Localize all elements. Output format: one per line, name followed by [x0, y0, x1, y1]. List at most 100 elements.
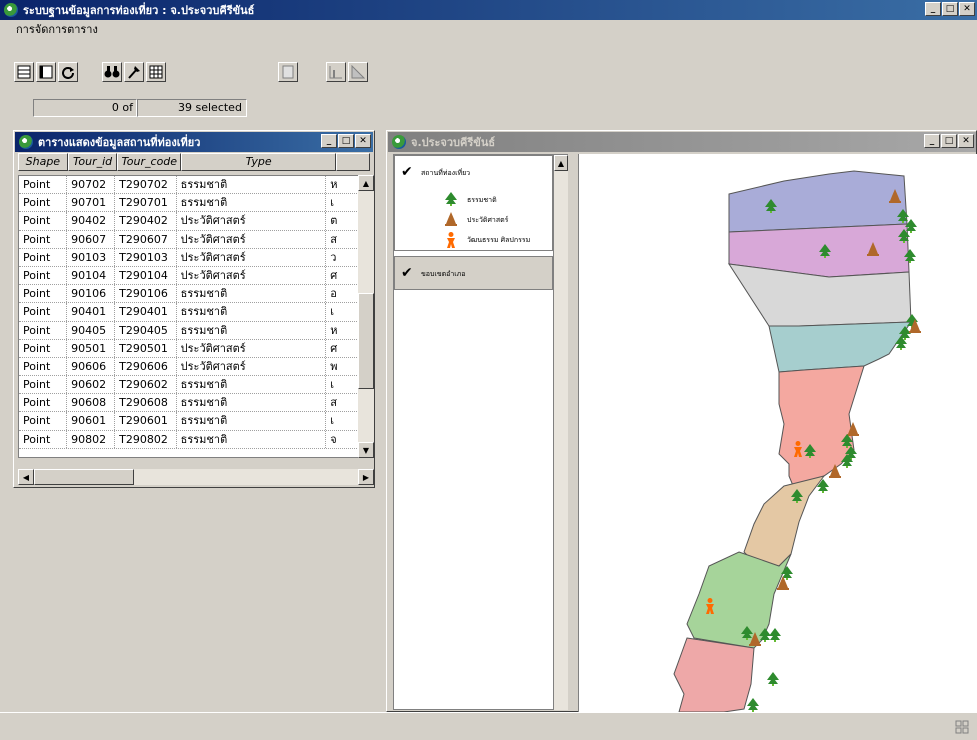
statistics-button[interactable] — [146, 62, 166, 82]
table-cell: T290401 — [115, 303, 177, 321]
table-close-button[interactable]: ✕ — [355, 134, 371, 148]
find-button[interactable] — [102, 62, 122, 82]
table-row[interactable]: Point 90701 T290701 ธรรมชาติเ — [19, 194, 359, 213]
table-cell: ห — [326, 321, 359, 339]
table-row[interactable]: Point 90608 T290608 ธรรมชาติส — [19, 394, 359, 413]
chart-button[interactable] — [326, 62, 346, 82]
table-cell: ส — [326, 230, 359, 248]
table-cell: Point — [19, 412, 68, 430]
legend-layer-tourist[interactable]: ✔ สถานที่ท่องเที่ยว ธรรมชาติ ประวัติศาสต… — [394, 155, 553, 251]
table-cell: T290402 — [115, 212, 177, 230]
district-visible-checkmark[interactable]: ✔ — [401, 265, 413, 281]
table-cell: ศ — [326, 339, 359, 357]
nature-site-marker[interactable] — [895, 336, 907, 353]
table-row[interactable]: Point 90702 T290702 ธรรมชาติห — [19, 176, 359, 195]
maximize-button[interactable]: □ — [942, 2, 958, 16]
map-maximize-button[interactable]: □ — [941, 134, 957, 148]
nature-site-marker[interactable] — [819, 244, 831, 261]
map-minimize-button[interactable]: _ — [924, 134, 940, 148]
table-vertical-scrollbar[interactable]: ▲ ▼ — [358, 175, 374, 458]
refresh-button[interactable] — [58, 62, 78, 82]
table-row[interactable]: Point 90103 T290103 ประวัติศาสตร์ว — [19, 248, 359, 267]
nature-site-marker[interactable] — [904, 249, 916, 266]
map-canvas[interactable] — [578, 154, 977, 713]
table-row[interactable]: Point 90802 T290802 ธรรมชาติจ — [19, 430, 359, 449]
table-row[interactable]: Point 90601 T290601 ธรรมชาติเ — [19, 412, 359, 431]
table-row[interactable]: Point 90405 T290405 ธรรมชาติห — [19, 321, 359, 340]
culture-site-marker[interactable] — [704, 598, 716, 617]
table-row[interactable]: Point 90402 T290402 ประวัติศาสตร์ต — [19, 212, 359, 231]
chart-alt-button[interactable] — [348, 62, 368, 82]
history-site-marker[interactable] — [829, 464, 841, 481]
scroll-thumb[interactable] — [358, 293, 374, 389]
table-cell: 90106 — [67, 285, 116, 303]
table-maximize-button[interactable]: □ — [338, 134, 354, 148]
table-cell: T290702 — [115, 176, 177, 194]
table-minimize-button[interactable]: _ — [321, 134, 337, 148]
history-site-marker[interactable] — [749, 632, 761, 649]
table-cell: 90602 — [67, 376, 116, 394]
history-site-marker[interactable] — [889, 189, 901, 206]
nature-site-marker[interactable] — [898, 229, 910, 246]
table-titlebar[interactable]: ตารางแสดงข้อมูลสถานที่ท่องเที่ยว _ □ ✕ — [15, 132, 373, 152]
table-cell: 90405 — [67, 321, 116, 339]
map-titlebar[interactable]: จ.ประจวบคีรีขันธ์ _ □ ✕ — [388, 132, 976, 152]
legend-scroll-up[interactable]: ▲ — [554, 155, 568, 171]
nature-site-marker[interactable] — [769, 628, 781, 645]
hscroll-thumb[interactable] — [34, 469, 134, 485]
close-button[interactable]: ✕ — [959, 2, 975, 16]
table-row[interactable]: Point 90606 T290606 ประวัติศาสตร์พ — [19, 357, 359, 377]
table-row[interactable]: Point 90104 T290104 ประวัติศาสตร์ศ — [19, 266, 359, 286]
refresh-icon — [62, 67, 74, 79]
nature-site-marker[interactable] — [791, 489, 803, 506]
query-button[interactable] — [124, 62, 144, 82]
scroll-left-button[interactable]: ◀ — [18, 469, 34, 485]
clear-selection-button[interactable] — [36, 62, 56, 82]
culture-site-marker[interactable] — [792, 441, 804, 460]
legend-scrollbar[interactable]: ▲ — [553, 155, 568, 710]
map-legend: ✔ สถานที่ท่องเที่ยว ธรรมชาติ ประวัติศาสต… — [393, 154, 568, 710]
nature-site-marker[interactable] — [765, 199, 777, 216]
scroll-right-button[interactable]: ▶ — [358, 469, 374, 485]
nature-site-marker[interactable] — [767, 672, 779, 689]
scroll-down-button[interactable]: ▼ — [358, 442, 374, 458]
open-table-button[interactable] — [14, 62, 34, 82]
column-header-extra[interactable] — [336, 153, 370, 171]
column-header-tour-code[interactable]: Tour_code — [117, 153, 182, 171]
history-site-marker[interactable] — [909, 319, 921, 336]
map-close-button[interactable]: ✕ — [958, 134, 974, 148]
table-cell: ประวัติศาสตร์ — [177, 339, 327, 357]
nature-site-marker[interactable] — [804, 444, 816, 461]
table-icon — [17, 65, 31, 79]
table-row[interactable]: Point 90501 T290501 ประวัติศาสตร์ศ — [19, 339, 359, 358]
column-header-shape[interactable]: Shape — [18, 153, 68, 171]
scroll-up-button[interactable]: ▲ — [358, 175, 374, 191]
history-site-marker[interactable] — [777, 576, 789, 593]
history-site-marker[interactable] — [867, 242, 879, 259]
app-titlebar: ระบบฐานข้อมูลการท่องเที่ยว : จ.ประจวบคีร… — [0, 0, 977, 20]
grid-icon — [149, 65, 163, 79]
table-row[interactable]: Point 90106 T290106 ธรรมชาติอ — [19, 285, 359, 304]
table-cell: ประวัติศาสตร์ — [177, 248, 327, 266]
toolbar — [0, 38, 977, 94]
table-row[interactable]: Point 90401 T290401 ธรรมชาติเ — [19, 303, 359, 322]
nature-site-marker[interactable] — [817, 479, 829, 496]
minimize-button[interactable]: _ — [925, 2, 941, 16]
table-cell: T290701 — [115, 194, 177, 212]
nature-site-marker[interactable] — [841, 454, 853, 471]
table-horizontal-scrollbar[interactable]: ◀ ▶ — [18, 469, 374, 485]
layer-visible-checkmark[interactable]: ✔ — [401, 164, 413, 180]
table-row[interactable]: Point 90602 T290602 ธรรมชาติเ — [19, 376, 359, 395]
menu-table-management[interactable]: การจัดการตาราง — [16, 20, 98, 38]
table-cell: ส — [326, 394, 359, 412]
legend-layer-district[interactable]: ✔ ขอบเขตอำเภอ — [394, 256, 553, 290]
table-cell: ธรรมชาติ — [177, 321, 327, 339]
column-header-type[interactable]: Type — [181, 153, 337, 171]
layout-button[interactable] — [278, 62, 298, 82]
table-row[interactable]: Point 90607 T290607 ประวัติศาสตร์ส — [19, 230, 359, 249]
table-cell: 90702 — [67, 176, 116, 194]
table-cell: ประวัติศาสตร์ — [177, 266, 327, 285]
table-title: ตารางแสดงข้อมูลสถานที่ท่องเที่ยว — [38, 136, 201, 149]
legend-item-history: ประวัติศาสตร์ — [467, 216, 509, 224]
column-header-tour-id[interactable]: Tour_id — [67, 153, 118, 171]
